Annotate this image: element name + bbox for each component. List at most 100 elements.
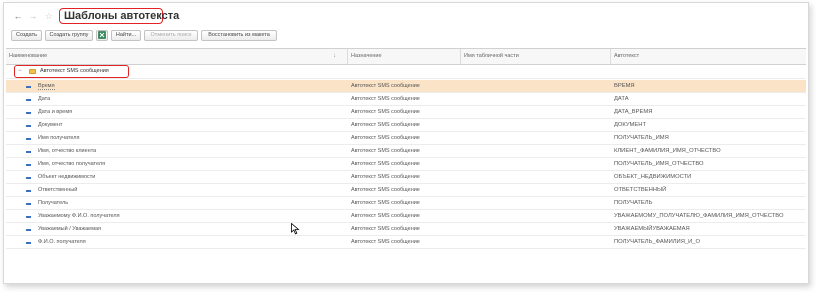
sort-down-arrow-icon[interactable]: ↓ bbox=[333, 49, 336, 64]
cell-autotext-text: ПОЛУЧАТЕЛЬ_ИМЯ bbox=[614, 135, 669, 141]
cell-purpose-text: Автотекст SMS сообщение bbox=[351, 96, 420, 102]
cell-name-text: Объект недвижимости bbox=[38, 174, 96, 180]
cell-purpose: Автотекст SMS сообщение bbox=[351, 119, 461, 132]
group-row[interactable]: − Автотекст SMS сообщения bbox=[6, 64, 806, 79]
cell-autotext-text: ДАТА bbox=[614, 96, 629, 102]
cell-autotext-text: УВАЖАЕМЫЙУВАЖАЕМАЯ bbox=[614, 226, 690, 232]
restore-from-layout-button[interactable]: Восстановить из макета bbox=[201, 30, 277, 41]
cell-name: Объект недвижимости bbox=[38, 171, 338, 184]
table-row[interactable]: Уважаемому Ф.И.О. получателя Автотекст SM… bbox=[6, 210, 806, 223]
excel-icon bbox=[98, 31, 106, 39]
cell-purpose: Автотекст SMS сообщение bbox=[351, 145, 461, 158]
cell-purpose-text: Автотекст SMS сообщение bbox=[351, 109, 420, 115]
cell-name-text: Время bbox=[38, 83, 55, 90]
title-bar: ← → ☆ Шаблоны автотекста bbox=[4, 3, 808, 27]
cell-autotext: ПОЛУЧАТЕЛЬ_ИМЯ_ОТЧЕСТВО bbox=[614, 158, 809, 171]
table-row[interactable]: Ответственный Автотекст SMS сообщение ОТВЕ… bbox=[6, 184, 806, 197]
create-group-button[interactable]: Создать группу bbox=[45, 30, 93, 41]
table-row[interactable]: Дата и время Автотекст SMS сообщение ДАТА_… bbox=[6, 106, 806, 119]
table-header: Наименование ↓ Назначение Имя табличной … bbox=[6, 48, 806, 65]
table-row[interactable]: Ф.И.О. получателя Автотекст SMS сообщение… bbox=[6, 236, 806, 249]
cell-name: Имя получателя bbox=[38, 132, 338, 145]
item-dash-icon bbox=[26, 151, 31, 153]
cell-autotext: ПОЛУЧАТЕЛЬ_ФАМИЛИЯ_И_О bbox=[614, 236, 809, 249]
back-arrow-icon[interactable]: ← bbox=[12, 11, 24, 21]
cell-name: Ф.И.О. получателя bbox=[38, 236, 338, 249]
cell-purpose-text: Автотекст SMS сообщение bbox=[351, 200, 420, 206]
cell-autotext: УВАЖАЕМЫЙУВАЖАЕМАЯ bbox=[614, 223, 809, 236]
excel-export-button[interactable] bbox=[96, 30, 108, 41]
cell-autotext: ДАТА bbox=[614, 93, 809, 106]
table-row[interactable]: Время Автотекст SMS сообщение ВРЕМЯ bbox=[6, 80, 806, 93]
item-dash-icon bbox=[26, 99, 31, 101]
cell-name: Уважаемому Ф.И.О. получателя bbox=[38, 210, 338, 223]
cell-purpose: Автотекст SMS сообщение bbox=[351, 184, 461, 197]
cell-purpose: Автотекст SMS сообщение bbox=[351, 171, 461, 184]
column-header-name[interactable]: Наименование bbox=[6, 49, 346, 64]
toolbar: Создать Создать группу Найти... Отменить… bbox=[4, 27, 808, 41]
cell-purpose: Автотекст SMS сообщение bbox=[351, 223, 461, 236]
cancel-search-button[interactable]: Отменить поиск bbox=[144, 30, 198, 41]
cell-purpose: Автотекст SMS сообщение bbox=[351, 236, 461, 249]
cell-name: Получатель bbox=[38, 197, 338, 210]
cell-purpose: Автотекст SMS сообщение bbox=[351, 106, 461, 119]
item-dash-icon bbox=[26, 229, 31, 231]
cell-autotext: ПОЛУЧАТЕЛЬ_ИМЯ bbox=[614, 132, 809, 145]
cell-autotext-text: ДАТА_ВРЕМЯ bbox=[614, 109, 653, 115]
cell-name: Время bbox=[38, 80, 338, 93]
column-header-purpose[interactable]: Назначение bbox=[347, 49, 460, 64]
table-row[interactable]: Объект недвижимости Автотекст SMS сообщен… bbox=[6, 171, 806, 184]
mouse-cursor-icon bbox=[291, 223, 300, 235]
column-header-table-part[interactable]: Имя табличной части bbox=[460, 49, 610, 64]
cell-name: Дата bbox=[38, 93, 338, 106]
forward-arrow-icon[interactable]: → bbox=[27, 11, 39, 21]
cell-autotext: ОБЪЕКТ_НЕДВИЖИМОСТИ bbox=[614, 171, 809, 184]
item-dash-icon bbox=[26, 112, 31, 114]
cell-name-text: Дата bbox=[38, 96, 51, 102]
column-header-autotext[interactable]: Автотекст bbox=[610, 49, 808, 64]
cell-name: Имя, отчество клиента bbox=[38, 145, 338, 158]
item-dash-icon bbox=[26, 86, 31, 88]
cell-purpose-text: Автотекст SMS сообщение bbox=[351, 148, 420, 154]
cell-purpose: Автотекст SMS сообщение bbox=[351, 132, 461, 145]
create-button[interactable]: Создать bbox=[11, 30, 42, 41]
table-row[interactable]: Уважаемый / Уважаемая Автотекст SMS сообщ… bbox=[6, 223, 806, 236]
table-row[interactable]: Имя, отчество клиента Автотекст SMS сообщ… bbox=[6, 145, 806, 158]
cell-purpose-text: Автотекст SMS сообщение bbox=[351, 161, 420, 167]
cell-autotext: ДОКУМЕНТ bbox=[614, 119, 809, 132]
cell-purpose: Автотекст SMS сообщение bbox=[351, 93, 461, 106]
table-row[interactable]: Дата Автотекст SMS сообщение ДАТА bbox=[6, 93, 806, 106]
cell-autotext-text: КЛИЕНТ_ФАМИЛИЯ_ИМЯ_ОТЧЕСТВО bbox=[614, 148, 721, 154]
find-button[interactable]: Найти... bbox=[111, 30, 141, 41]
cell-autotext-text: ОТВЕТСТВЕННЫЙ bbox=[614, 187, 667, 193]
cell-autotext-text: ПОЛУЧАТЕЛЬ bbox=[614, 200, 653, 206]
cell-purpose-text: Автотекст SMS сообщение bbox=[351, 239, 420, 245]
table-row[interactable]: Имя, отчество получателя Автотекст SMS со… bbox=[6, 158, 806, 171]
cell-purpose-text: Автотекст SMS сообщение bbox=[351, 135, 420, 141]
item-dash-icon bbox=[26, 177, 31, 179]
cell-autotext-text: ДОКУМЕНТ bbox=[614, 122, 646, 128]
table-row[interactable]: Документ Автотекст SMS сообщение ДОКУМЕНТ bbox=[6, 119, 806, 132]
title-highlight: Шаблоны автотекста bbox=[59, 8, 179, 24]
cell-name-text: Имя получателя bbox=[38, 135, 80, 141]
item-dash-icon bbox=[26, 164, 31, 166]
favorite-star-icon[interactable]: ☆ bbox=[45, 11, 53, 21]
group-label: Автотекст SMS сообщения bbox=[40, 68, 109, 74]
cell-name-text: Документ bbox=[38, 122, 63, 128]
collapse-icon[interactable]: − bbox=[18, 66, 22, 77]
folder-icon bbox=[29, 69, 36, 74]
table-row[interactable]: Имя получателя Автотекст SMS сообщение ПОЛ… bbox=[6, 132, 806, 145]
cell-name-text: Получатель bbox=[38, 200, 69, 206]
cell-purpose-text: Автотекст SMS сообщение bbox=[351, 213, 420, 219]
cell-autotext-text: ПОЛУЧАТЕЛЬ_ИМЯ_ОТЧЕСТВО bbox=[614, 161, 704, 167]
item-dash-icon bbox=[26, 242, 31, 244]
item-dash-icon bbox=[26, 216, 31, 218]
cell-autotext: УВАЖАЕМОМУ_ПОЛУЧАТЕЛЮ_ФАМИЛИЯ_ИМЯ_ОТЧЕСТ… bbox=[614, 210, 809, 223]
table-row[interactable]: Получатель Автотекст SMS сообщение ПОЛУЧАТ… bbox=[6, 197, 806, 210]
cell-purpose-text: Автотекст SMS сообщение bbox=[351, 122, 420, 128]
cell-name-text: Имя, отчество получателя bbox=[38, 161, 106, 167]
cell-name: Имя, отчество получателя bbox=[38, 158, 338, 171]
cell-autotext: ОТВЕТСТВЕННЫЙ bbox=[614, 184, 809, 197]
item-dash-icon bbox=[26, 138, 31, 140]
cell-autotext-text: ВРЕМЯ bbox=[614, 83, 635, 89]
